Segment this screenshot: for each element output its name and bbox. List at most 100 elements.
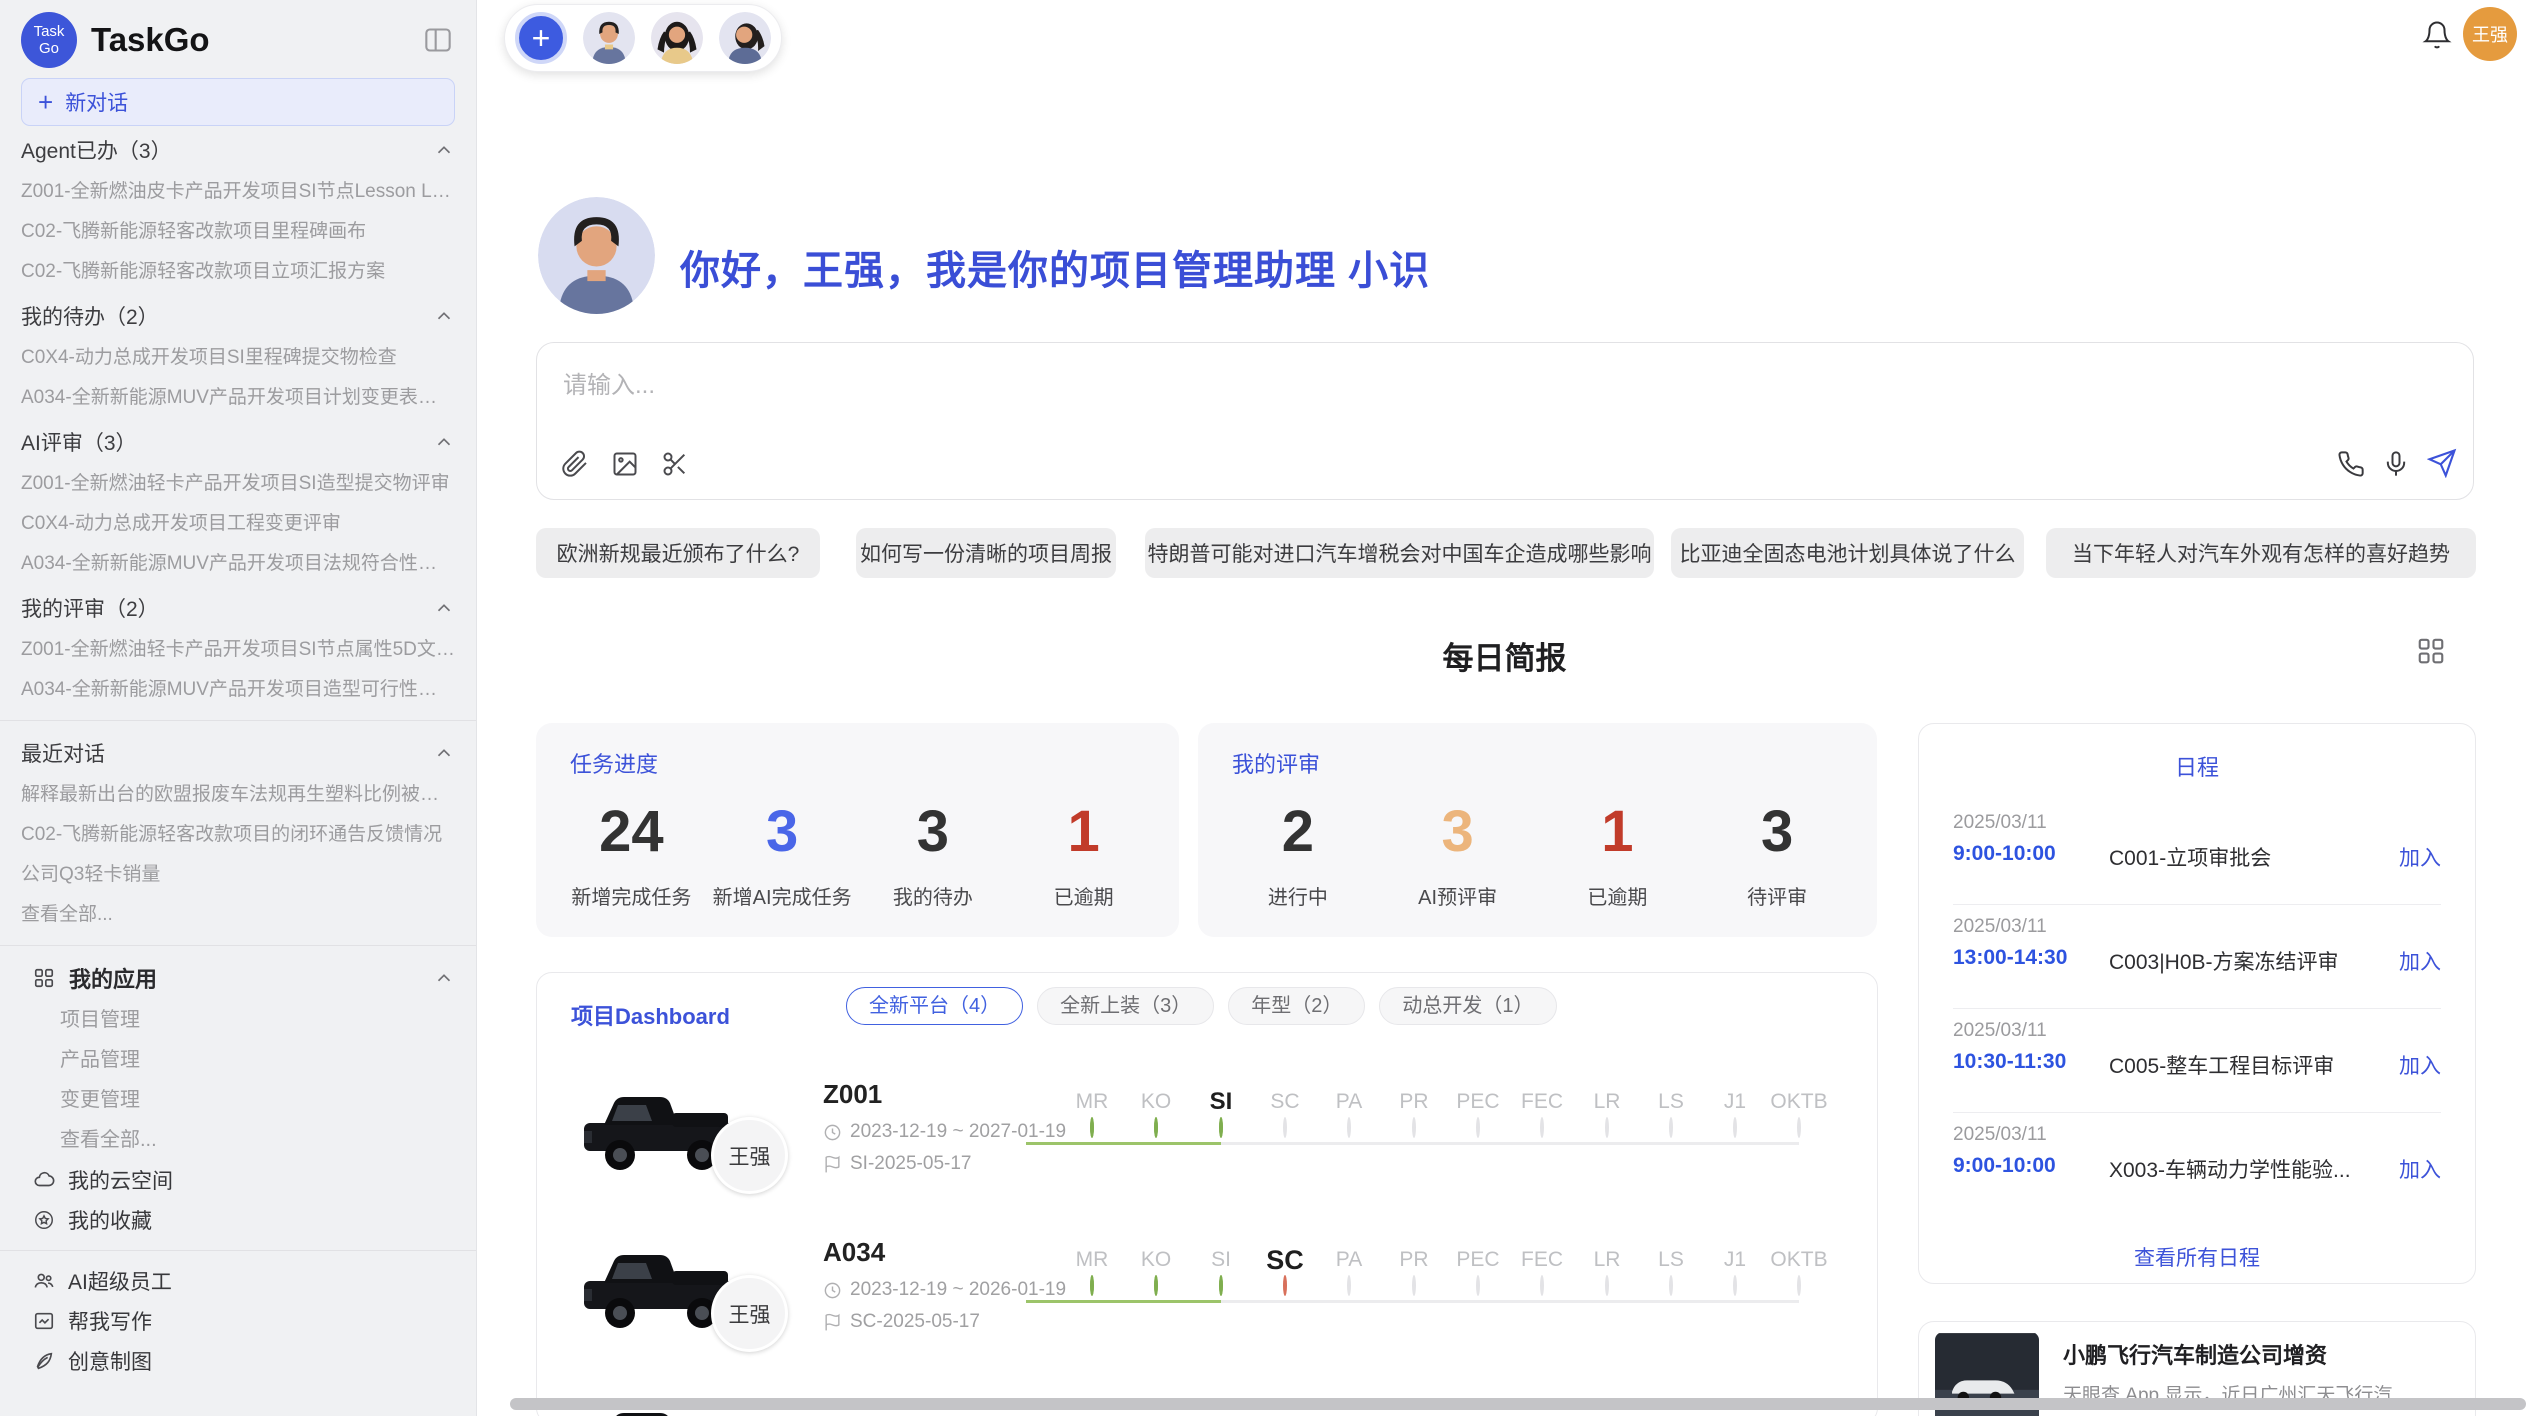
sidebar-item-my-apps[interactable]: 我的应用 (21, 956, 455, 1000)
list-item[interactable]: Z001-全新燃油轻卡产品开发项目SI节点属性5D文件评审 (21, 630, 455, 670)
help-write-label: 帮我写作 (68, 1306, 152, 1336)
list-item[interactable]: C02-飞腾新能源轻客改款项目立项汇报方案 (21, 252, 455, 292)
send-icon[interactable] (2427, 448, 2457, 483)
agent-avatar-1[interactable] (583, 12, 635, 64)
suggestion-chip[interactable]: 当下年轻人对汽车外观有怎样的喜好趋势 (2046, 528, 2476, 578)
milestone-node (1540, 1117, 1544, 1138)
horizontal-scrollbar[interactable] (510, 1398, 2526, 1410)
list-item[interactable]: A034-全新新能源MUV产品开发项目造型可行性评审 (21, 670, 455, 710)
app-item-change-mgmt[interactable]: 变更管理 (21, 1080, 455, 1120)
clock-icon (823, 1281, 842, 1300)
section-title: 最近对话 (21, 738, 105, 768)
list-item[interactable]: 公司Q3轻卡销量 (21, 855, 455, 895)
view-all-chats[interactable]: 查看全部... (21, 895, 455, 935)
section-agent-done[interactable]: Agent已办 （3） (21, 128, 455, 172)
divider (0, 720, 476, 721)
section-recent-chats[interactable]: 最近对话 (21, 731, 455, 775)
event-date: 2025/03/11 (1953, 1020, 2047, 1042)
section-my-review[interactable]: 我的评审 （2） (21, 586, 455, 630)
tab-new-body[interactable]: 全新上装（3） (1037, 987, 1214, 1025)
schedule-title: 日程 (1919, 750, 2475, 782)
event-time: 13:00-14:30 (1953, 946, 2067, 970)
add-agent-button[interactable]: + (515, 12, 567, 64)
stat-review-overdue: 1 已逾期 (1538, 799, 1698, 910)
list-item[interactable]: Z001-全新燃油皮卡产品开发项目SI节点Lesson Learn报告 (21, 172, 455, 212)
join-link[interactable]: 加入 (2399, 842, 2441, 872)
join-link[interactable]: 加入 (2399, 1154, 2441, 1184)
agent-avatar-3[interactable] (719, 12, 771, 64)
event-title: X003-车辆动力学性能验... (2109, 1154, 2351, 1184)
milestone-node-alert (1283, 1275, 1287, 1296)
suggestion-chip[interactable]: 比亚迪全固态电池计划具体说了什么 (1671, 528, 2024, 578)
section-count: （3） (118, 135, 172, 165)
sidebar: Task Go TaskGo + 新对话 Agent已办 （3） Z001-全新… (0, 0, 477, 1416)
scissors-icon[interactable] (661, 450, 689, 483)
list-item[interactable]: C02-飞腾新能源轻客改款项目的闭环通告反馈情况 (21, 815, 455, 855)
list-item[interactable]: 解释最新出台的欧盟报废车法规再生塑料比例被调至15%... (21, 775, 455, 815)
new-chat-button[interactable]: + 新对话 (21, 78, 455, 126)
list-item[interactable]: C02-飞腾新能源轻客改款项目里程碑画布 (21, 212, 455, 252)
attachment-icon[interactable] (561, 450, 589, 483)
suggestion-chip[interactable]: 欧洲新规最近颁布了什么? (536, 528, 820, 578)
image-upload-icon[interactable] (611, 450, 639, 483)
app-item-project-mgmt[interactable]: 项目管理 (21, 1000, 455, 1040)
sidebar-item-favorites[interactable]: 我的收藏 (21, 1200, 455, 1240)
list-item[interactable]: C0X4-动力总成开发项目SI里程碑提交物检查 (21, 338, 455, 378)
phone-icon[interactable] (2337, 450, 2365, 483)
collapse-sidebar-icon[interactable] (423, 26, 453, 59)
card-title: 任务进度 (570, 747, 658, 779)
pen-icon (33, 1350, 55, 1372)
divider (1953, 904, 2441, 905)
agent-avatar-2[interactable] (651, 12, 703, 64)
section-my-todo[interactable]: 我的待办 （2） (21, 294, 455, 338)
layout-grid-icon[interactable] (2416, 636, 2446, 671)
flag-icon (823, 1155, 842, 1174)
sidebar-item-creative-draw[interactable]: 创意制图 (21, 1341, 455, 1381)
microphone-icon[interactable] (2382, 450, 2410, 483)
suggestion-chip[interactable]: 特朗普可能对进口汽车增税会对中国车企造成哪些影响 (1145, 528, 1654, 578)
event-title: C005-整车工程目标评审 (2109, 1050, 2334, 1080)
list-item[interactable]: C0X4-动力总成开发项目工程变更评审 (21, 504, 455, 544)
section-ai-review[interactable]: AI评审 （3） (21, 420, 455, 464)
timeline-progress (1026, 1300, 1221, 1303)
project-flag-milestone: SC-2025-05-17 (823, 1311, 980, 1333)
sidebar-item-ai-staff[interactable]: AI超级员工 (21, 1261, 455, 1301)
sidebar-item-help-write[interactable]: 帮我写作 (21, 1301, 455, 1341)
suggestion-chip[interactable]: 如何写一份清晰的项目周报 (856, 528, 1116, 578)
notification-bell-icon[interactable] (2422, 20, 2452, 55)
chat-input[interactable] (563, 365, 1363, 407)
list-item[interactable]: A034-全新新能源MUV产品开发项目计划变更表编写 (21, 378, 455, 418)
tab-new-platform[interactable]: 全新平台（4） (846, 987, 1023, 1025)
project-dates: 2023-12-19 ~ 2027-01-19 (823, 1121, 1066, 1143)
milestone-node (1412, 1117, 1416, 1138)
list-item[interactable]: Z001-全新燃油轻卡产品开发项目SI造型提交物评审 (21, 464, 455, 504)
section-title: 我的待办 (21, 301, 105, 331)
join-link[interactable]: 加入 (2399, 1050, 2441, 1080)
project-code: Z001 (823, 1079, 882, 1110)
schedule-panel: 日程 2025/03/11 9:00-10:00 C001-立项审批会 加入 2… (1918, 723, 2476, 1284)
sidebar-item-cloud-space[interactable]: 我的云空间 (21, 1160, 455, 1200)
sidebar-header: Task Go TaskGo (21, 10, 455, 70)
milestone-node (1797, 1275, 1801, 1296)
list-item[interactable]: A034-全新新能源MUV产品开发项目法规符合性评审 (21, 544, 455, 584)
stat-pending-review: 3 待评审 (1697, 799, 1857, 910)
project-dates: 2023-12-19 ~ 2026-01-19 (823, 1279, 1066, 1301)
chevron-up-icon (433, 431, 455, 453)
cloud-icon (33, 1169, 55, 1191)
chevron-up-icon (433, 139, 455, 161)
clock-icon (823, 1123, 842, 1142)
view-all-schedule-link[interactable]: 查看所有日程 (1919, 1242, 2475, 1272)
tab-model-year[interactable]: 年型（2） (1228, 987, 1365, 1025)
milestone-node (1797, 1117, 1801, 1138)
chevron-up-icon (433, 967, 455, 989)
user-avatar[interactable]: 王强 (2463, 7, 2517, 61)
tab-powertrain[interactable]: 动总开发（1） (1379, 987, 1556, 1025)
app-logo: Task Go (21, 12, 77, 68)
stat-ai-prereview: 3 AI预评审 (1378, 799, 1538, 910)
event-date: 2025/03/11 (1953, 1124, 2047, 1146)
join-link[interactable]: 加入 (2399, 946, 2441, 976)
flag-icon (823, 1313, 842, 1332)
app-item-product-mgmt[interactable]: 产品管理 (21, 1040, 455, 1080)
daily-brief-title: 每日简报 (477, 633, 2532, 678)
view-all-apps[interactable]: 查看全部... (21, 1120, 455, 1160)
